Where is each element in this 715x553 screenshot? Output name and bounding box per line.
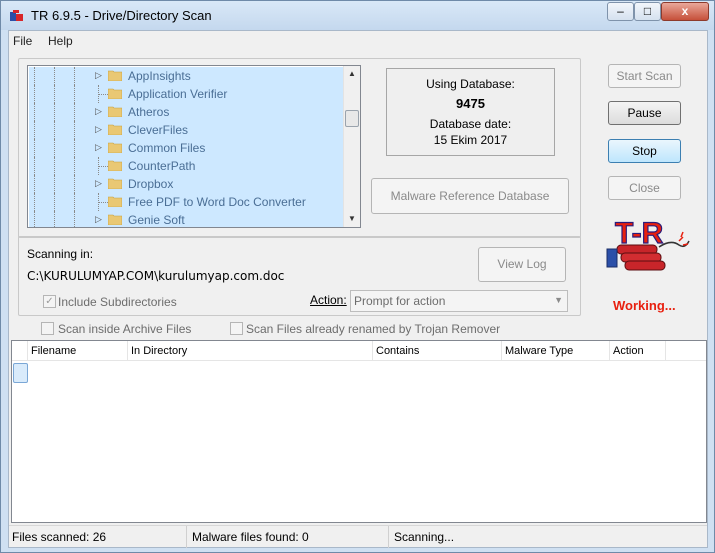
menu-file[interactable]: File [13, 34, 32, 48]
files-scanned-status: Files scanned: 26 [9, 526, 187, 548]
scan-renamed-label: Scan Files already renamed by Trojan Rem… [246, 322, 501, 336]
pause-button[interactable]: Pause [608, 101, 681, 125]
malware-reference-database-button[interactable]: Malware Reference Database [371, 178, 569, 214]
database-date-label: Database date: [429, 117, 512, 131]
folder-icon [108, 88, 122, 99]
malware-found-status: Malware files found: 0 [189, 526, 389, 548]
scan-archive-label: Scan inside Archive Files [58, 322, 192, 336]
minimize-button[interactable]: – [607, 2, 634, 21]
folder-icon [108, 106, 122, 117]
working-status: Working... [613, 298, 676, 313]
expand-arrow-icon[interactable]: ▷ [95, 214, 102, 225]
tree-item[interactable]: ▷ Genie Soft [28, 211, 343, 227]
scanning-in-label: Scanning in: [27, 247, 94, 261]
tree-item-label: Free PDF to Word Doc Converter [128, 195, 306, 209]
using-database-label: Using Database: [426, 77, 515, 91]
tree-item[interactable]: CounterPath [28, 157, 343, 175]
folder-icon [108, 70, 122, 81]
database-number: 9475 [456, 96, 485, 111]
folder-icon [108, 124, 122, 135]
scan-state-status: Scanning... [394, 530, 455, 544]
tree-item-label: CleverFiles [128, 123, 189, 137]
tree-item[interactable]: ▷ CleverFiles [28, 121, 343, 139]
folder-icon [108, 178, 122, 189]
results-list[interactable]: Filename In Directory Contains Malware T… [11, 340, 707, 523]
tree-scrollbar[interactable]: ▲ ▼ [343, 66, 360, 227]
expand-arrow-icon[interactable]: ▷ [95, 124, 102, 135]
menu-bar: File Help [9, 31, 707, 51]
folder-icon [108, 196, 122, 207]
column-header-filename[interactable]: Filename [28, 341, 128, 361]
folder-icon [108, 214, 122, 225]
row-selector[interactable] [13, 363, 28, 383]
expand-arrow-icon[interactable]: ▷ [95, 178, 102, 189]
results-header: Filename In Directory Contains Malware T… [12, 341, 706, 361]
include-subdirectories-checkbox[interactable]: ✓ [43, 295, 56, 308]
column-selector-header [12, 341, 28, 361]
scrollbar-thumb[interactable] [345, 110, 359, 127]
close-button[interactable]: Close [608, 176, 681, 200]
maximize-button[interactable]: □ [634, 2, 661, 21]
tree-item-label: Genie Soft [128, 213, 185, 227]
column-header-contains[interactable]: Contains [373, 341, 502, 361]
tree-item-label: CounterPath [128, 159, 196, 173]
client-area: File Help ▷ AppInsights Application Veri… [8, 30, 708, 548]
scanning-path: C:\KURULUMYAP.COM\kurulumyap.com.doc [27, 269, 285, 283]
expand-arrow-icon[interactable]: ▷ [95, 106, 102, 117]
scroll-up-icon[interactable]: ▲ [344, 66, 360, 82]
folder-tree[interactable]: ▷ AppInsights Application Verifier ▷ Ath… [27, 65, 361, 228]
trojan-remover-logo: T-R [606, 216, 690, 271]
scan-renamed-checkbox[interactable] [230, 322, 243, 335]
view-log-button[interactable]: View Log [478, 247, 566, 282]
column-header-in-directory[interactable]: In Directory [128, 341, 373, 361]
include-subdirectories-label: Include Subdirectories [58, 295, 177, 309]
tree-item[interactable]: ▷ Atheros [28, 103, 343, 121]
tree-item-label: AppInsights [128, 69, 191, 83]
tree-item[interactable]: Application Verifier [28, 85, 343, 103]
tree-item[interactable]: ▷ Dropbox [28, 175, 343, 193]
tree-item[interactable]: ▷ Common Files [28, 139, 343, 157]
main-window: TR 6.9.5 - Drive/Directory Scan – □ x Fi… [0, 0, 715, 553]
stop-button[interactable]: Stop [608, 139, 681, 163]
app-icon [10, 10, 23, 21]
start-scan-button[interactable]: Start Scan [608, 64, 681, 88]
expand-arrow-icon[interactable]: ▷ [95, 142, 102, 153]
action-label: Action: [310, 293, 347, 307]
column-header-action[interactable]: Action [610, 341, 666, 361]
action-select-value: Prompt for action [354, 294, 446, 308]
tree-item-label: Application Verifier [128, 87, 228, 101]
expand-arrow-icon[interactable]: ▷ [95, 70, 102, 81]
scroll-down-icon[interactable]: ▼ [344, 211, 360, 227]
chevron-down-icon: ▼ [554, 295, 563, 305]
logo-text: T-R [615, 217, 664, 250]
folder-icon [108, 142, 122, 153]
tree-item-label: Common Files [128, 141, 206, 155]
column-header-malware-type[interactable]: Malware Type [502, 341, 610, 361]
tree-item[interactable]: Free PDF to Word Doc Converter [28, 193, 343, 211]
action-select[interactable]: Prompt for action ▼ [350, 290, 568, 312]
tree-item-label: Atheros [128, 105, 170, 119]
status-bar: Files scanned: 26 Malware files found: 0… [9, 525, 707, 548]
tree-item[interactable]: ▷ AppInsights [28, 67, 343, 85]
database-date: 15 Ekim 2017 [433, 133, 508, 147]
tree-item-label: Dropbox [128, 177, 174, 191]
menu-help[interactable]: Help [48, 34, 73, 48]
title-bar[interactable]: TR 6.9.5 - Drive/Directory Scan – □ x [1, 1, 714, 30]
folder-icon [108, 160, 122, 171]
close-window-button[interactable]: x [661, 2, 709, 21]
database-info-panel: Using Database: 9475 Database date: 15 E… [386, 68, 555, 156]
window-title: TR 6.9.5 - Drive/Directory Scan [31, 8, 212, 23]
scan-archive-checkbox[interactable] [41, 322, 54, 335]
